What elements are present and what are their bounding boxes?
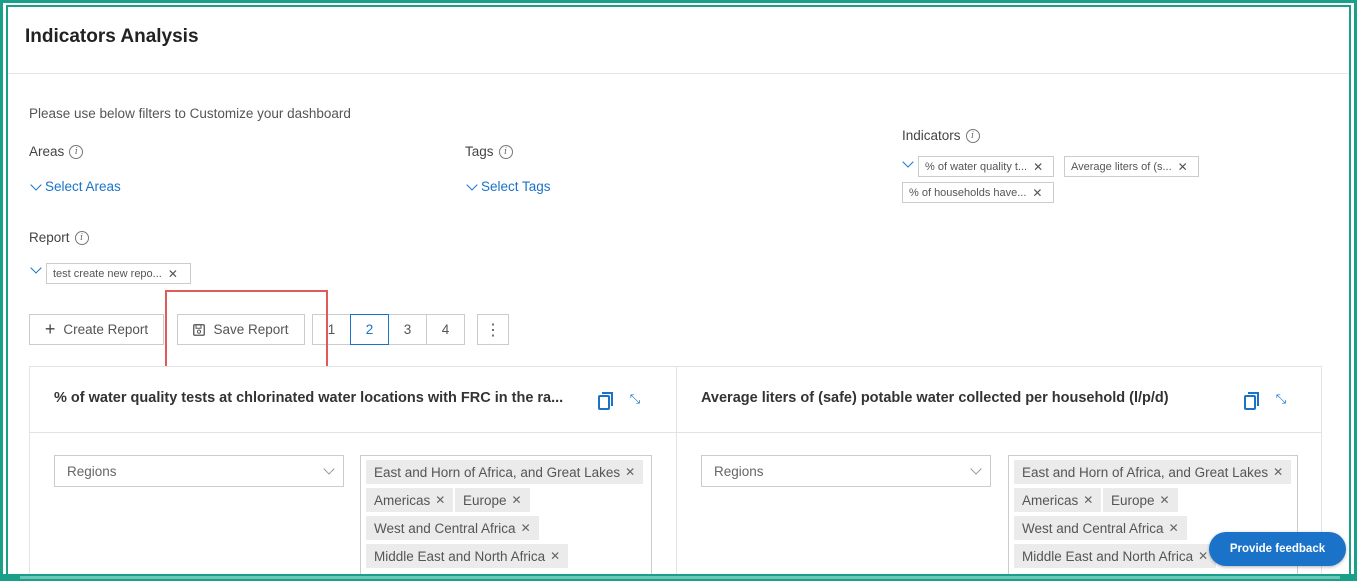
close-icon[interactable]: ✕ xyxy=(1169,521,1179,535)
region-chip: East and Horn of Africa, and Great Lakes… xyxy=(1014,460,1292,484)
close-icon[interactable]: ✕ xyxy=(1032,186,1042,200)
indicators-label: Indicators xyxy=(902,128,961,143)
page-button-2[interactable]: 2 xyxy=(350,314,389,345)
indicator-chip-label: % of households have... xyxy=(909,186,1027,199)
panel-title: Average liters of (safe) potable water c… xyxy=(701,390,1169,406)
page-button-4[interactable]: 4 xyxy=(426,314,465,345)
areas-label-group: Areas i xyxy=(29,144,84,159)
close-icon[interactable]: ✕ xyxy=(1160,493,1170,507)
close-icon[interactable]: ✕ xyxy=(1083,493,1093,507)
region-chip: Europe ✕ xyxy=(1103,488,1178,512)
indicator-chip-label: Average liters of (s... xyxy=(1071,160,1172,173)
plus-icon: + xyxy=(44,319,56,339)
region-chip-label: East and Horn of Africa, and Great Lakes xyxy=(374,464,621,480)
chevron-down-icon xyxy=(30,264,42,276)
chevron-down-icon xyxy=(970,463,982,475)
areas-label: Areas xyxy=(29,144,65,159)
page-button-3[interactable]: 3 xyxy=(388,314,427,345)
region-chip-label: Middle East and North Africa xyxy=(374,548,546,564)
close-icon[interactable]: ✕ xyxy=(1033,160,1043,174)
select-tags-text: Select Tags xyxy=(481,179,551,194)
regions-dropdown[interactable]: Regions xyxy=(701,455,991,487)
indicator-chip: Average liters of (s... ✕ xyxy=(1064,156,1199,177)
info-icon[interactable]: i xyxy=(498,144,513,159)
close-icon[interactable]: ✕ xyxy=(1198,549,1208,563)
chevron-down-icon xyxy=(30,181,42,193)
indicator-panel: % of water quality tests at chlorinated … xyxy=(29,366,677,581)
chevron-down-icon xyxy=(323,463,335,475)
divider xyxy=(8,73,1349,74)
report-chip-label: test create new repo... xyxy=(53,267,162,280)
close-icon[interactable]: ✕ xyxy=(435,493,445,507)
more-options-button[interactable]: ⋮ xyxy=(477,314,509,345)
chevron-down-icon xyxy=(466,181,478,193)
indicator-chip: % of water quality t... ✕ xyxy=(918,156,1054,177)
region-chip: Americas ✕ xyxy=(366,488,454,512)
region-chip: West and Central Africa ✕ xyxy=(1014,516,1187,540)
info-icon[interactable]: i xyxy=(74,230,89,245)
region-chip: West and Central Africa ✕ xyxy=(366,516,539,540)
panel-title: % of water quality tests at chlorinated … xyxy=(54,390,564,406)
annotation-highlight-box xyxy=(165,290,328,374)
region-chip-label: Americas xyxy=(374,492,431,508)
close-icon[interactable]: ✕ xyxy=(521,521,531,535)
region-chip: Middle East and North Africa ✕ xyxy=(366,544,569,568)
close-icon[interactable]: ✕ xyxy=(512,493,522,507)
regions-dropdown-label: Regions xyxy=(67,463,117,479)
create-report-label: Create Report xyxy=(63,322,149,337)
region-chip-label: Europe xyxy=(463,492,507,508)
more-vertical-icon: ⋮ xyxy=(485,321,501,339)
close-icon[interactable]: ✕ xyxy=(625,465,635,479)
regions-dropdown-label: Regions xyxy=(714,463,764,479)
panel-header: Average liters of (safe) potable water c… xyxy=(677,367,1321,433)
region-chip: Europe ✕ xyxy=(455,488,530,512)
copy-icon[interactable] xyxy=(598,392,613,410)
tags-label-group: Tags i xyxy=(465,144,513,159)
copy-icon[interactable] xyxy=(1244,392,1259,410)
close-icon[interactable]: ✕ xyxy=(168,267,178,281)
tags-label: Tags xyxy=(465,144,494,159)
region-chip-label: Americas xyxy=(1022,492,1079,508)
regions-selection-box[interactable]: East and Horn of Africa, and Great Lakes… xyxy=(360,455,652,581)
regions-dropdown[interactable]: Regions xyxy=(54,455,344,487)
info-icon[interactable]: i xyxy=(965,128,980,143)
create-report-button[interactable]: + Create Report xyxy=(29,314,164,345)
scrollbar-track[interactable] xyxy=(20,576,1340,579)
indicator-chip-label: % of water quality t... xyxy=(925,160,1028,173)
info-icon[interactable]: i xyxy=(69,144,84,159)
region-chip-label: Middle East and North Africa xyxy=(1022,548,1194,564)
indicator-chip: % of households have... ✕ xyxy=(902,182,1054,203)
close-icon[interactable]: ✕ xyxy=(1273,465,1283,479)
filters-intro: Please use below filters to Customize yo… xyxy=(29,106,351,121)
select-tags-dropdown[interactable]: Select Tags xyxy=(466,179,551,194)
report-label: Report xyxy=(29,230,70,245)
region-chip-label: Europe xyxy=(1111,492,1155,508)
region-chip: Americas ✕ xyxy=(1014,488,1102,512)
report-chip: test create new repo... ✕ xyxy=(46,263,191,284)
select-areas-text: Select Areas xyxy=(45,179,121,194)
indicators-dropdown-toggle[interactable] xyxy=(902,158,914,170)
select-areas-dropdown[interactable]: Select Areas xyxy=(30,179,121,194)
report-pagination: 1 2 3 4 xyxy=(312,314,465,345)
chevron-down-icon xyxy=(902,158,914,170)
collapse-icon[interactable]: ⤡ xyxy=(1274,392,1288,406)
report-label-group: Report i xyxy=(29,230,89,245)
close-icon[interactable]: ✕ xyxy=(1178,160,1188,174)
region-chip-label: West and Central Africa xyxy=(1022,520,1164,536)
region-chip: Middle East and North Africa ✕ xyxy=(1014,544,1217,568)
provide-feedback-button[interactable]: Provide feedback xyxy=(1209,532,1346,566)
region-chip: East and Horn of Africa, and Great Lakes… xyxy=(366,460,644,484)
panel-header: % of water quality tests at chlorinated … xyxy=(30,367,676,433)
region-chip-label: West and Central Africa xyxy=(374,520,516,536)
close-icon[interactable]: ✕ xyxy=(550,549,560,563)
report-dropdown-toggle[interactable] xyxy=(30,264,42,276)
page-title: Indicators Analysis xyxy=(25,26,199,47)
region-chip-label: East and Horn of Africa, and Great Lakes xyxy=(1022,464,1269,480)
collapse-icon[interactable]: ⤡ xyxy=(628,392,642,406)
indicators-label-group: Indicators i xyxy=(902,128,980,143)
